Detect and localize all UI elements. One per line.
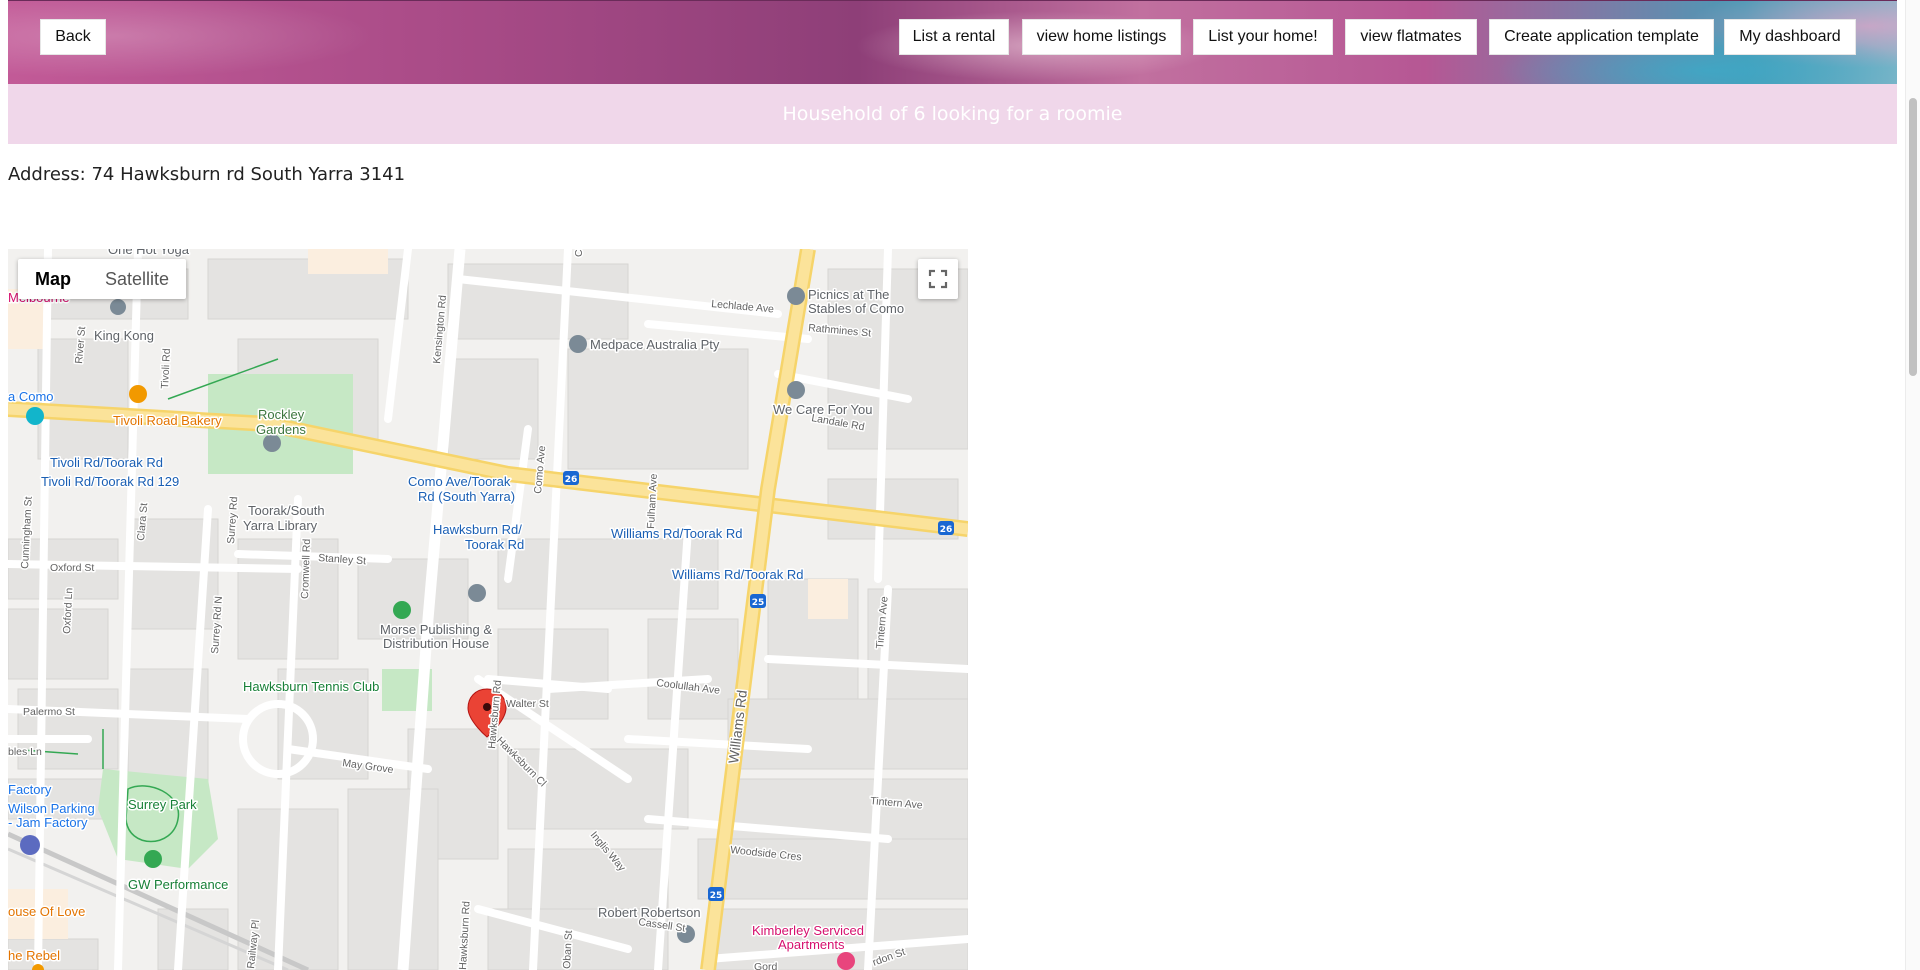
place-label: GW Performance (128, 877, 228, 892)
poi-pin-icon[interactable] (110, 299, 126, 315)
place-label: King Kong (94, 328, 154, 343)
map-view[interactable]: 26 26 25 25 One Hot Yoga King Kong Rockl… (8, 249, 968, 970)
page-scrollbar[interactable] (1905, 0, 1920, 970)
route-badge: 26 (940, 525, 953, 535)
street-label: Tivoli Rd (159, 348, 173, 389)
place-label: Medpace Australia Pty (590, 337, 720, 352)
place-label: Wilson Parking (8, 801, 95, 816)
place-label: Picnics at The (808, 287, 889, 302)
place-label: Stables of Como (808, 301, 904, 316)
poi-pin-icon[interactable] (569, 335, 587, 353)
place-label: Yarra Library (243, 518, 318, 533)
place-label: Surrey Park (128, 797, 197, 812)
scrollbar-thumb[interactable] (1909, 98, 1917, 376)
place-label: Hawksburn Rd/ (433, 522, 522, 537)
route-badge: 25 (710, 891, 723, 901)
hotel-pin-icon[interactable] (837, 952, 855, 970)
map-canvas[interactable]: 26 26 25 25 One Hot Yoga King Kong Rockl… (8, 249, 968, 970)
nav-view-home-listings-button[interactable]: view home listings (1022, 19, 1181, 55)
place-label: One Hot Yoga (108, 249, 190, 257)
street-label: Con (573, 249, 585, 257)
tennis-pin-icon[interactable] (393, 601, 411, 619)
street-label: Palermo St (23, 706, 75, 718)
poi-pin-icon[interactable] (787, 381, 805, 399)
map-type-control: Map Satellite (18, 259, 187, 299)
nav-list-a-rental-button[interactable]: List a rental (899, 19, 1009, 55)
place-label: Tivoli Rd/Toorak Rd (50, 455, 163, 470)
place-label: he Rebel (8, 948, 60, 963)
map-view-button[interactable]: Map (18, 259, 88, 299)
place-label: Williams Rd/Toorak Rd (672, 567, 803, 582)
place-label: Toorak Rd (465, 537, 524, 552)
poi-pin-icon[interactable] (468, 584, 486, 602)
nav-list-your-home-button[interactable]: List your home! (1193, 19, 1333, 55)
route-badge: 26 (565, 475, 578, 485)
place-label: Toorak/South (248, 503, 325, 518)
place-label: Rockley (258, 407, 305, 422)
restaurant-pin-icon[interactable] (129, 385, 147, 403)
place-label: Hawksburn Tennis Club (243, 679, 379, 694)
street-label: bles Ln (8, 746, 42, 758)
place-label: Rd (South Yarra) (418, 489, 515, 504)
fullscreen-button[interactable] (918, 259, 958, 299)
street-label: Oxford St (50, 562, 94, 574)
street-label: Oxford Ln (61, 587, 75, 634)
back-button[interactable]: Back (40, 19, 106, 55)
place-label: Kimberley Serviced (752, 923, 864, 938)
nav-view-flatmates-button[interactable]: view flatmates (1345, 19, 1477, 55)
street-label: Walter St (506, 698, 549, 710)
street-label: Oban St (561, 930, 575, 969)
nav-my-dashboard-button[interactable]: My dashboard (1724, 19, 1856, 55)
poi-pin-icon[interactable] (787, 287, 805, 305)
site-header: Back List a rental view home listings Li… (8, 0, 1897, 85)
listing-title-banner: Household of 6 looking for a roomie (8, 84, 1897, 144)
place-label: a Como (8, 389, 54, 404)
place-label: Como Ave/Toorak (408, 474, 511, 489)
place-label: ouse Of Love (8, 904, 85, 919)
route-badge: 25 (752, 598, 765, 608)
street-label: Gord (754, 961, 778, 970)
poi-pin-icon[interactable] (144, 850, 162, 868)
place-label: Williams Rd/Toorak Rd (611, 526, 742, 541)
street-label: Cromwell Rd (299, 538, 313, 599)
place-label: Morse Publishing & (380, 622, 492, 637)
nav-create-application-template-button[interactable]: Create application template (1489, 19, 1714, 55)
satellite-view-button[interactable]: Satellite (88, 259, 186, 299)
address-text: Address: 74 Hawksburn rd South Yarra 314… (8, 164, 406, 185)
place-label: Factory (8, 782, 52, 797)
place-label: - Jam Factory (8, 815, 88, 830)
place-label: Apartments (778, 937, 845, 952)
place-label: Tivoli Rd/Toorak Rd 129 (41, 474, 179, 489)
parking-pin-icon[interactable] (20, 835, 40, 855)
poi-pin-icon[interactable] (26, 407, 44, 425)
place-label: Gardens (256, 422, 306, 437)
place-label: Tivoli Road Bakery (113, 413, 222, 428)
place-label: Distribution House (383, 636, 489, 651)
listing-title: Household of 6 looking for a roomie (782, 103, 1123, 125)
fullscreen-icon (928, 269, 948, 289)
